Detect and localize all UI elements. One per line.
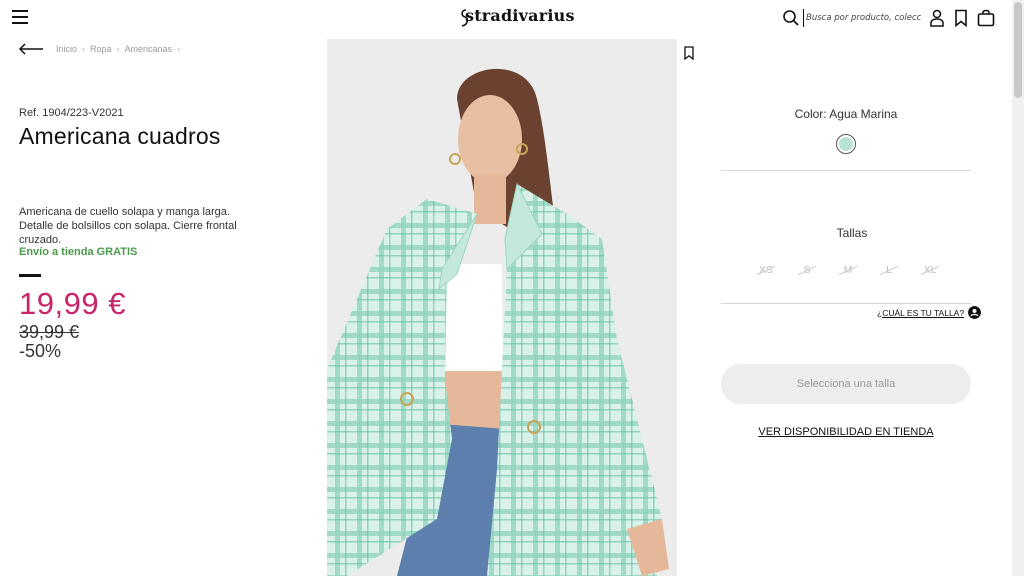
sizes-label: Tallas (836, 226, 868, 240)
chevron-right-icon: › (116, 44, 120, 54)
size-selector: XS S M L XL (748, 264, 948, 276)
scrollbar-thumb[interactable] (1014, 2, 1022, 98)
product-image[interactable] (327, 39, 677, 576)
select-size-button[interactable]: Selecciona una talla (721, 364, 971, 404)
size-xs[interactable]: XS (748, 264, 784, 276)
size-guide-text: ¿CUÁL ES TU TALLA? (877, 307, 965, 318)
original-price: 39,99 € (19, 322, 80, 342)
product-description: Americana de cuello solapa y manga larga… (19, 206, 237, 246)
logo[interactable]: stradivarius (458, 6, 575, 27)
store-availability-link[interactable]: VER DISPONIBILIDAD EN TIENDA (721, 426, 971, 438)
breadcrumb-item-ropa[interactable]: Ropa (90, 44, 112, 54)
size-s[interactable]: S (789, 264, 825, 276)
user-icon[interactable] (929, 9, 945, 27)
size-guide-icon (968, 306, 982, 319)
breadcrumb-item-americanas[interactable]: Americanas (125, 44, 173, 54)
search-icon[interactable] (782, 9, 800, 27)
shopping-bag-icon[interactable] (977, 9, 995, 27)
size-l[interactable]: L (871, 264, 907, 276)
model-illustration (327, 68, 669, 576)
chevron-right-icon: › (82, 44, 86, 54)
logo-text: stradivarius (465, 6, 575, 25)
current-price: 19,99 € (19, 286, 126, 321)
price-divider (19, 274, 41, 277)
header: stradivarius (0, 0, 1012, 38)
chevron-right-icon: › (177, 44, 181, 54)
logo-mark-icon (461, 9, 469, 27)
back-arrow-icon[interactable] (18, 42, 44, 56)
discount-badge: -50% (19, 341, 62, 361)
color-label: Color: Agua Marina (794, 107, 898, 121)
search-input[interactable] (803, 9, 921, 27)
product-reference: Ref. 1904/223-V2021 (19, 107, 124, 119)
wishlist-bookmark-icon[interactable] (683, 46, 695, 60)
shipping-info: Envío a tienda GRATIS (19, 246, 138, 258)
hamburger-menu-icon[interactable] (12, 10, 28, 24)
color-swatch-fill (839, 137, 853, 151)
size-m[interactable]: M (830, 264, 866, 276)
color-swatch-agua-marina[interactable] (836, 134, 856, 154)
size-guide-link[interactable]: ¿CUÁL ES TU TALLA? (877, 306, 982, 319)
divider (721, 170, 971, 171)
breadcrumb: Inicio › Ropa › Americanas › (56, 44, 180, 54)
breadcrumb-item-inicio[interactable]: Inicio (56, 44, 77, 54)
divider (721, 303, 971, 304)
product-title: Americana cuadros (19, 123, 221, 149)
scrollbar[interactable] (1012, 0, 1024, 576)
size-xl[interactable]: XL (912, 264, 948, 276)
bookmark-icon[interactable] (953, 9, 969, 27)
